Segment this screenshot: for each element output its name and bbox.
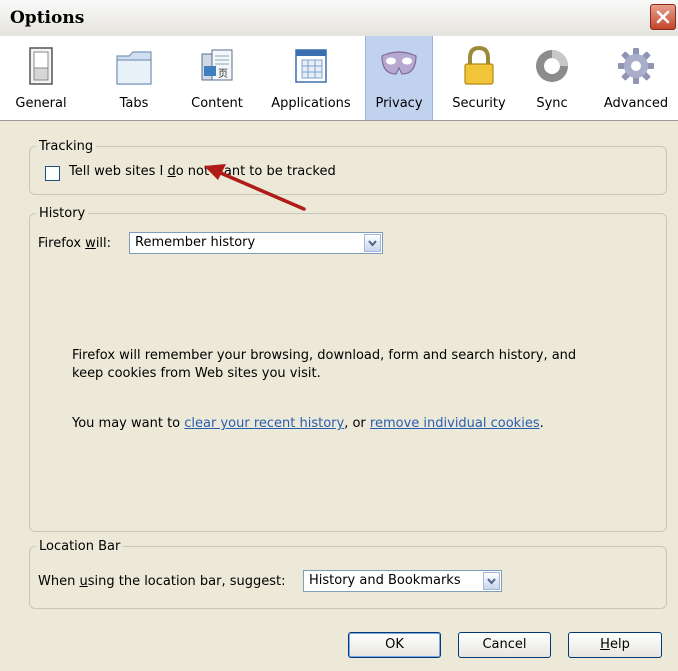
annotation-arrow (204, 164, 306, 211)
options-window: Options General Tabs 页 Content Applicati… (0, 0, 678, 671)
